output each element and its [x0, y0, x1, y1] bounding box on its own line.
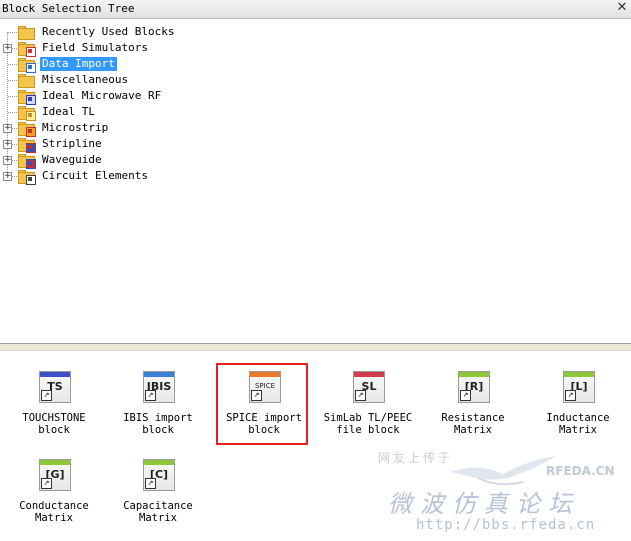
watermark-upload-text: 网友上传于 — [378, 451, 454, 465]
tree-branch-line — [8, 64, 17, 65]
tree-item-label: Data Import — [40, 57, 117, 71]
folder-icon — [18, 74, 35, 88]
tree-branch-line — [8, 80, 17, 81]
tree-item-circuit-elements[interactable]: + Circuit Elements — [0, 168, 300, 185]
tree-branch-line — [8, 96, 17, 97]
stripline-folder-icon — [18, 138, 36, 153]
folder-icon — [18, 26, 35, 40]
block-accent-strip — [564, 372, 594, 377]
conductance-matrix-icon: [G] ↗ — [39, 459, 71, 491]
block-symbol: SPICE — [254, 382, 276, 390]
tree-item-label: Recently Used Blocks — [42, 25, 175, 38]
tree-item-miscellaneous[interactable]: Miscellaneous — [0, 72, 300, 88]
tree-item-stripline[interactable]: + Stripline — [0, 136, 300, 153]
block-accent-strip — [144, 460, 174, 465]
tree-item-label: Ideal Microwave RF — [42, 89, 162, 102]
tree-item-label: Field Simulators — [42, 41, 148, 54]
block-accent-strip — [250, 372, 280, 377]
inductance-matrix-icon: [L] ↗ — [563, 371, 595, 403]
expand-icon[interactable]: + — [3, 172, 12, 181]
block-label: TOUCHSTONE block — [22, 412, 86, 436]
shortcut-arrow-icon: ↗ — [565, 390, 576, 401]
data-import-folder-icon — [18, 58, 36, 73]
block-accent-strip — [40, 372, 70, 377]
block-label: Conductance Matrix — [19, 500, 89, 524]
shortcut-arrow-icon: ↗ — [251, 390, 262, 401]
resistance-matrix-icon: [R] ↗ — [458, 371, 490, 403]
tree-item-label: Waveguide — [42, 153, 102, 166]
circuit-elements-folder-icon — [18, 170, 36, 185]
watermark-title: 微波仿真论坛 — [388, 490, 580, 518]
shortcut-arrow-icon: ↗ — [355, 390, 366, 401]
window-title: Block Selection Tree — [2, 2, 135, 15]
simlab-block-icon: SL ↗ — [353, 371, 385, 403]
tree-item-waveguide[interactable]: + Waveguide — [0, 152, 300, 169]
microstrip-folder-icon — [18, 122, 36, 137]
tree-item-label: Ideal TL — [42, 105, 95, 118]
watermark-brand: RFEDA.CN — [546, 464, 615, 478]
tree-item-label: Circuit Elements — [42, 169, 148, 182]
block-label: SPICE import block — [226, 412, 302, 436]
microwave-folder-icon — [18, 90, 36, 105]
block-accent-strip — [459, 372, 489, 377]
tree-item-field-simulators[interactable]: + Field Simulators — [0, 40, 300, 57]
block-label: IBIS import block — [123, 412, 193, 436]
shortcut-arrow-icon: ↗ — [145, 478, 156, 489]
shortcut-arrow-icon: ↗ — [145, 390, 156, 401]
title-bar: Block Selection Tree ✕ — [0, 0, 631, 19]
tree-item-ideal-microwave-rf[interactable]: Ideal Microwave RF — [0, 88, 300, 105]
expand-icon[interactable]: + — [3, 140, 12, 149]
close-icon[interactable]: ✕ — [616, 1, 628, 14]
tree-item-label: Microstrip — [42, 121, 109, 134]
block-accent-strip — [354, 372, 384, 377]
block-selection-tree[interactable]: Recently Used Blocks + Field Simulators Dat… — [0, 22, 631, 342]
expand-icon[interactable]: + — [3, 156, 12, 165]
tree-item-ideal-tl[interactable]: Ideal TL — [0, 104, 300, 121]
tl-folder-icon — [18, 106, 36, 121]
block-label: Capacitance Matrix — [123, 500, 193, 524]
tree-item-microstrip[interactable]: + Microstrip — [0, 120, 300, 137]
spice-block-icon: SPICE ↗ — [249, 371, 281, 403]
block-label: Inductance Matrix — [546, 412, 610, 436]
tree-item-label: Stripline — [42, 137, 102, 150]
expand-icon[interactable]: + — [3, 124, 12, 133]
ibis-block-icon: IBIS ↗ — [143, 371, 175, 403]
capacitance-matrix-icon: [C] ↗ — [143, 459, 175, 491]
tree-item-data-import[interactable]: Data Import — [0, 56, 300, 73]
pane-splitter[interactable] — [0, 343, 631, 351]
field-simulators-folder-icon — [18, 42, 36, 57]
block-accent-strip — [40, 460, 70, 465]
block-label: Resistance Matrix — [441, 412, 505, 436]
block-accent-strip — [144, 372, 174, 377]
shortcut-arrow-icon: ↗ — [41, 478, 52, 489]
shortcut-arrow-icon: ↗ — [460, 390, 471, 401]
tree-item-recently-used-blocks[interactable]: Recently Used Blocks — [0, 24, 300, 40]
waveguide-folder-icon — [18, 154, 36, 169]
tree-branch-line — [8, 32, 17, 33]
tree-item-label: Miscellaneous — [42, 73, 129, 86]
shortcut-arrow-icon: ↗ — [41, 390, 52, 401]
expand-icon[interactable]: + — [3, 44, 12, 53]
watermark-url: http://bbs.rfeda.cn — [416, 517, 596, 533]
tree-branch-line — [8, 112, 17, 113]
touchstone-block-icon: TS ↗ — [39, 371, 71, 403]
block-label: SimLab TL/PEEC file block — [323, 412, 413, 436]
